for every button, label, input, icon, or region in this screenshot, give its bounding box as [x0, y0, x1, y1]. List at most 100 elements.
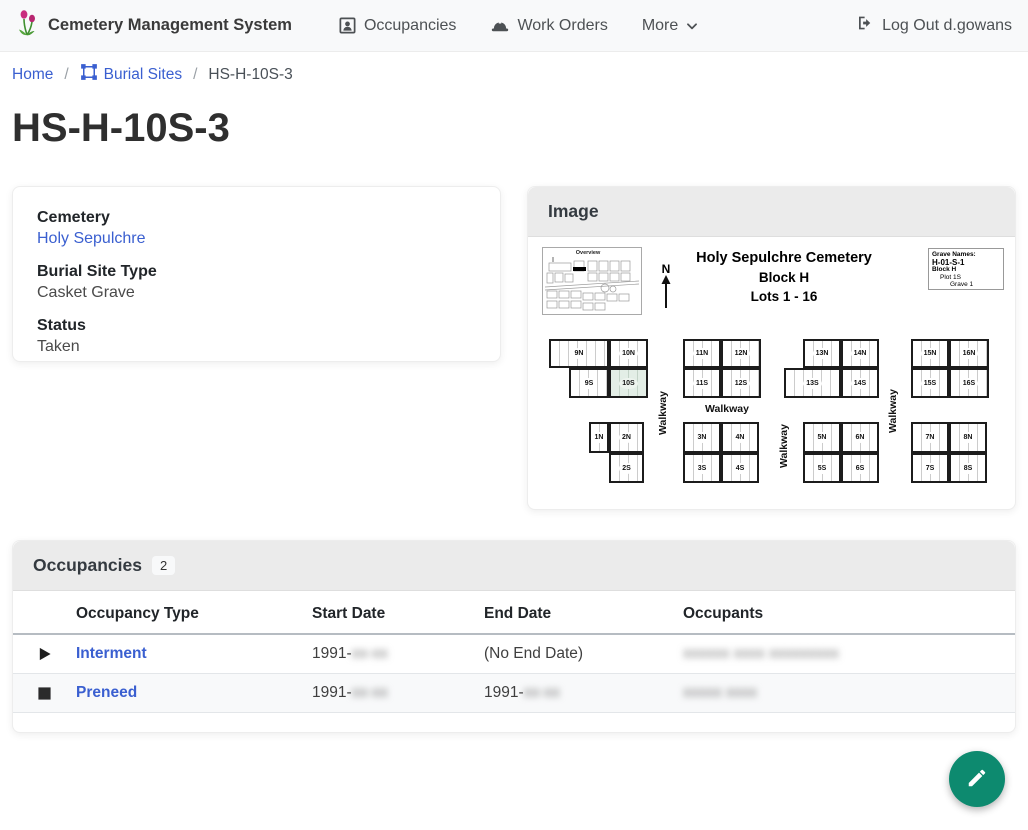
map-cell-label: 11N	[693, 348, 711, 359]
map-cell-4s: 4S	[721, 453, 759, 483]
legend-line: Block H	[932, 266, 1000, 274]
burial-site-icon	[80, 63, 98, 86]
map-cell-label: 7S	[923, 463, 938, 474]
nav-label-occupancies: Occupancies	[364, 17, 457, 35]
map-title-line2: Block H	[659, 268, 909, 287]
breadcrumb-burial-sites-label: Burial Sites	[104, 66, 182, 84]
start-date-redacted: xx-xx	[352, 645, 388, 662]
app-brand[interactable]: Cemetery Management System	[16, 9, 292, 42]
walkway-label: Walkway	[778, 414, 794, 478]
map-cell-label: 7N	[923, 432, 938, 443]
table-row-preneed: Preneed 1991-xx-xx 1991-xx-xx xxxxx xxxx	[13, 674, 1015, 713]
nav-menu: Occupancies Work Orders More	[338, 16, 828, 35]
map-cell-label: 6S	[853, 463, 868, 474]
app-title: Cemetery Management System	[48, 16, 292, 35]
walkway-label: Walkway	[887, 379, 903, 443]
map-cell-14n: 14N	[841, 339, 879, 368]
map-title: Holy Sepulchre Cemetery Block H Lots 1 -…	[659, 249, 909, 306]
cemetery-label: Cemetery	[37, 209, 476, 227]
map-cell-10n: 10N	[609, 339, 648, 368]
breadcrumb-separator: /	[193, 66, 197, 84]
map-cell-label: 3N	[695, 432, 710, 443]
map-title-line1: Holy Sepulchre Cemetery	[659, 249, 909, 268]
nav-label-work-orders: Work Orders	[517, 17, 607, 35]
col-occupancy-type: Occupancy Type	[64, 591, 300, 634]
col-occupants: Occupants	[671, 591, 1015, 634]
map-cell-6n: 6N	[841, 422, 879, 453]
map-cell-4n: 4N	[721, 422, 759, 453]
breadcrumb: Home / Burial Sites / HS-H-10S-3	[12, 63, 293, 86]
breadcrumb-burial-sites[interactable]: Burial Sites	[80, 63, 182, 86]
map-cell-label: 14S	[851, 378, 869, 389]
col-start-date: Start Date	[300, 591, 472, 634]
map-cell-label: 9S	[582, 378, 597, 389]
tulip-logo-icon	[16, 9, 40, 42]
logout-label: Log Out d.gowans	[882, 17, 1012, 35]
map-cell-label: 2S	[619, 463, 634, 474]
end-date-prefix: 1991-	[484, 684, 524, 701]
nav-item-occupancies[interactable]: Occupancies	[338, 16, 457, 35]
breadcrumb-home[interactable]: Home	[12, 66, 53, 84]
map-cell-label: 16S	[960, 378, 978, 389]
table-row-interment: Interment 1991-xx-xx (No End Date) xxxxx…	[13, 634, 1015, 674]
map-cell-label: 12S	[732, 378, 750, 389]
image-card-title: Image	[548, 201, 599, 222]
map-cell-label: 13N	[813, 348, 832, 359]
map-cell-9n: 9N	[549, 339, 609, 368]
legend-line: Grave 1	[932, 281, 1000, 289]
map-cell-11n: 11N	[683, 339, 721, 368]
map-cell-2n: 2N	[609, 422, 644, 453]
legend-line: Plot 1S	[932, 274, 1000, 282]
overview-minimap: Overview	[542, 247, 642, 315]
end-date-value: (No End Date)	[484, 645, 583, 662]
occupancy-link-interment[interactable]: Interment	[76, 645, 147, 662]
end-date-redacted: xx-xx	[524, 684, 560, 701]
logout-icon	[856, 14, 874, 37]
occupancies-card-header: Occupancies 2	[13, 541, 1015, 591]
map-cell-16s: 16S	[949, 368, 989, 398]
stop-icon	[25, 686, 52, 701]
grave-names-legend: Grave Names: H-01-S-1 Block H Plot 1S Gr…	[928, 248, 1004, 290]
map-cell-8n: 8N	[949, 422, 987, 453]
map-cell-15s: 15S	[911, 368, 949, 398]
legend-line: H-01-S-1	[932, 259, 1000, 267]
map-cell-1n: 1N	[589, 422, 609, 453]
overview-label: Overview	[543, 250, 633, 256]
image-card-header: Image	[528, 187, 1015, 237]
col-end-date: End Date	[472, 591, 671, 634]
nav-item-more[interactable]: More	[642, 17, 699, 35]
map-cell-label: 3S	[695, 463, 710, 474]
start-date-prefix: 1991-	[312, 684, 352, 701]
map-cell-label: 9N	[572, 348, 587, 359]
occupants-redacted: xxxxxx xxxx xxxxxxxxx	[683, 645, 839, 662]
icon-column-header	[13, 591, 64, 634]
status-value: Taken	[37, 338, 476, 356]
map-cell-12n: 12N	[721, 339, 761, 368]
map-cell-label: 10S	[619, 378, 637, 389]
map-cell-13n: 13N	[803, 339, 841, 368]
page-title: HS-H-10S-3	[12, 106, 230, 151]
map-cell-3n: 3N	[683, 422, 721, 453]
pencil-icon	[966, 767, 988, 792]
burial-site-type-label: Burial Site Type	[37, 263, 476, 281]
map-cell-label: 6N	[853, 432, 868, 443]
walkway-label: Walkway	[695, 403, 759, 419]
hard-hat-icon	[490, 17, 510, 35]
logout-button[interactable]: Log Out d.gowans	[856, 14, 1012, 37]
edit-fab-button[interactable]	[949, 751, 1005, 807]
cemetery-link[interactable]: Holy Sepulchre	[37, 230, 146, 247]
map-cell-label: 14N	[851, 348, 870, 359]
burial-site-details-card: Cemetery Holy Sepulchre Burial Site Type…	[12, 186, 501, 362]
plot-map-cells: Overview	[539, 241, 1006, 497]
map-cell-label: 8N	[961, 432, 976, 443]
map-cell-6s: 6S	[841, 453, 879, 483]
nav-item-work-orders[interactable]: Work Orders	[490, 17, 607, 35]
map-cell-8s: 8S	[949, 453, 987, 483]
map-cell-label: 15N	[921, 348, 940, 359]
map-cell-14s: 14S	[841, 368, 879, 398]
plot-map-image: Overview	[528, 237, 1015, 504]
map-cell-label: 11S	[693, 378, 711, 389]
occupancy-link-preneed[interactable]: Preneed	[76, 684, 137, 701]
start-date-prefix: 1991-	[312, 645, 352, 662]
map-cell-13s: 13S	[784, 368, 841, 398]
